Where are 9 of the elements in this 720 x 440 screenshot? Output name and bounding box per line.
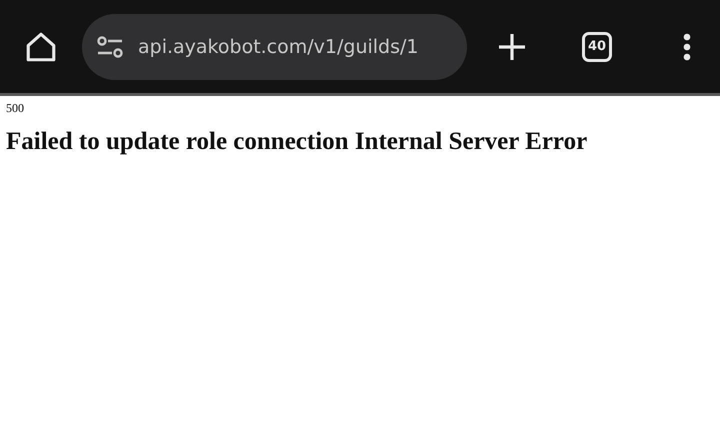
home-icon[interactable] xyxy=(24,30,58,64)
status-code: 500 xyxy=(6,101,25,116)
site-settings-icon[interactable] xyxy=(96,34,124,58)
menu-icon[interactable] xyxy=(682,32,692,60)
error-heading: Failed to update role connection Internal Server Error xyxy=(6,128,588,156)
new-tab-icon[interactable] xyxy=(497,32,527,62)
tab-switcher-button[interactable]: 40 xyxy=(582,32,612,62)
address-bar[interactable]: api.ayakobot.com/v1/guilds/1 xyxy=(82,14,467,80)
url-text: api.ayakobot.com/v1/guilds/1 xyxy=(138,36,419,58)
